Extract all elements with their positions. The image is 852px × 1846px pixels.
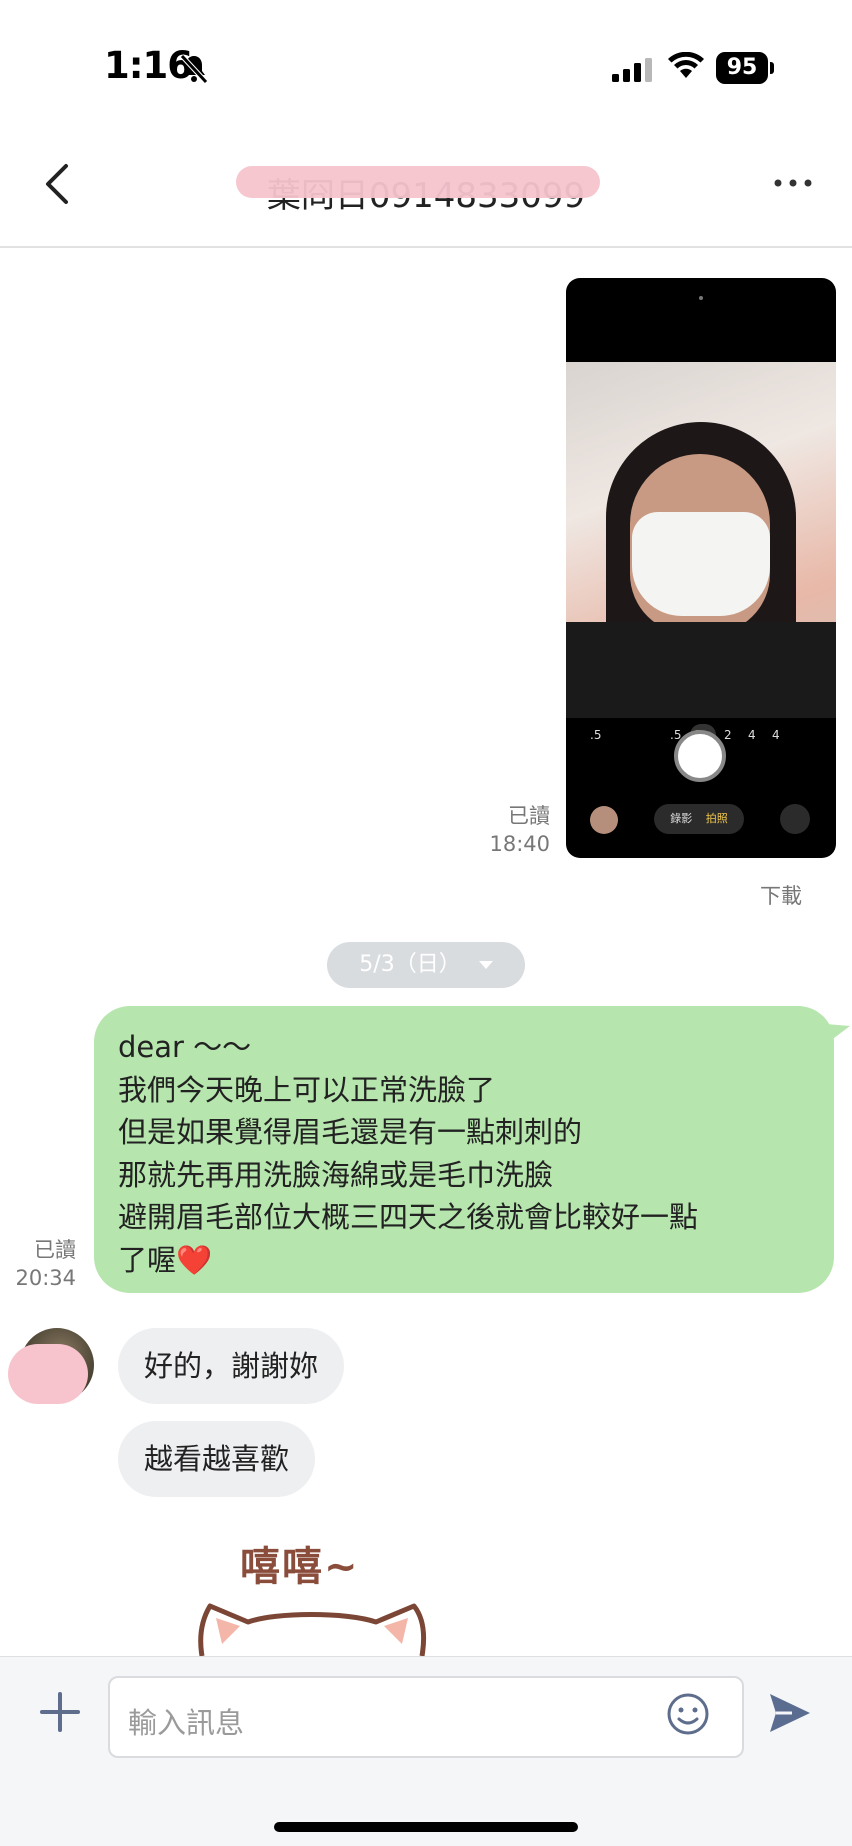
redaction-overlay xyxy=(236,166,600,198)
message-input-placeholder: 輸入訊息 xyxy=(128,1706,245,1740)
battery-icon: 95 xyxy=(716,52,774,84)
message-time: 18:40 xyxy=(489,832,550,856)
battery-level: 95 xyxy=(716,52,768,84)
camera-preview-image xyxy=(566,362,836,718)
outgoing-message-bubble[interactable]: dear ～～ 我們今天晚上可以正常洗臉了 但是如果覺得眉毛還是有一點刺刺的 那… xyxy=(94,1006,834,1293)
read-receipt-photo: 已讀 18:40 xyxy=(480,802,550,858)
cat-sticker-icon[interactable] xyxy=(196,1592,428,1656)
plus-icon[interactable] xyxy=(40,1692,80,1732)
gallery-thumbnail xyxy=(590,806,618,834)
message-line: 避開眉毛部位大概三四天之後就會比較好一點 xyxy=(118,1200,699,1234)
message-line: 那就先再用洗臉海綿或是毛巾洗臉 xyxy=(118,1157,554,1192)
date-divider[interactable]: 5/3（日） xyxy=(327,942,525,988)
message-line: 但是如果覺得眉毛還是有一點刺刺的 xyxy=(118,1115,583,1149)
message-time: 20:34 xyxy=(15,1266,76,1290)
date-label: 5/3（日） xyxy=(359,952,461,977)
message-line: 我們今天晚上可以正常洗臉了 xyxy=(118,1072,496,1107)
incoming-message-bubble[interactable]: 好的，謝謝妳 xyxy=(118,1328,345,1404)
download-link[interactable]: 下載 xyxy=(760,880,802,910)
camera-flip-icon xyxy=(780,804,810,834)
more-dots-icon[interactable] xyxy=(772,176,814,190)
read-label: 已讀 xyxy=(34,1238,76,1262)
incoming-message-bubble[interactable]: 越看越喜歡 xyxy=(118,1421,316,1497)
back-chevron-icon[interactable] xyxy=(40,162,76,206)
bell-off-icon xyxy=(180,54,208,84)
face-mask xyxy=(632,512,770,616)
camera-mode-switch: 錄影 拍照 xyxy=(654,804,744,834)
photo-message[interactable]: .5 .5 1× 2 4 4 錄影 拍照 xyxy=(566,278,836,858)
shutter-button-image xyxy=(674,730,726,782)
message-line: 了喔 xyxy=(118,1242,177,1277)
home-indicator xyxy=(274,1822,578,1832)
cellular-signal-icon xyxy=(612,58,652,82)
emoji-icon[interactable] xyxy=(666,1692,710,1736)
read-receipt-text: 已讀 20:34 xyxy=(14,1236,76,1292)
send-icon[interactable] xyxy=(766,1690,814,1736)
heart-emoji: ❤️ xyxy=(176,1242,213,1277)
read-label: 已讀 xyxy=(508,804,550,828)
chevron-down-icon xyxy=(478,961,493,969)
sticker-text: 嘻嘻~ xyxy=(240,1544,360,1590)
wifi-icon xyxy=(668,52,704,78)
message-line: dear ～～ xyxy=(118,1030,252,1064)
redaction-overlay xyxy=(8,1344,88,1404)
